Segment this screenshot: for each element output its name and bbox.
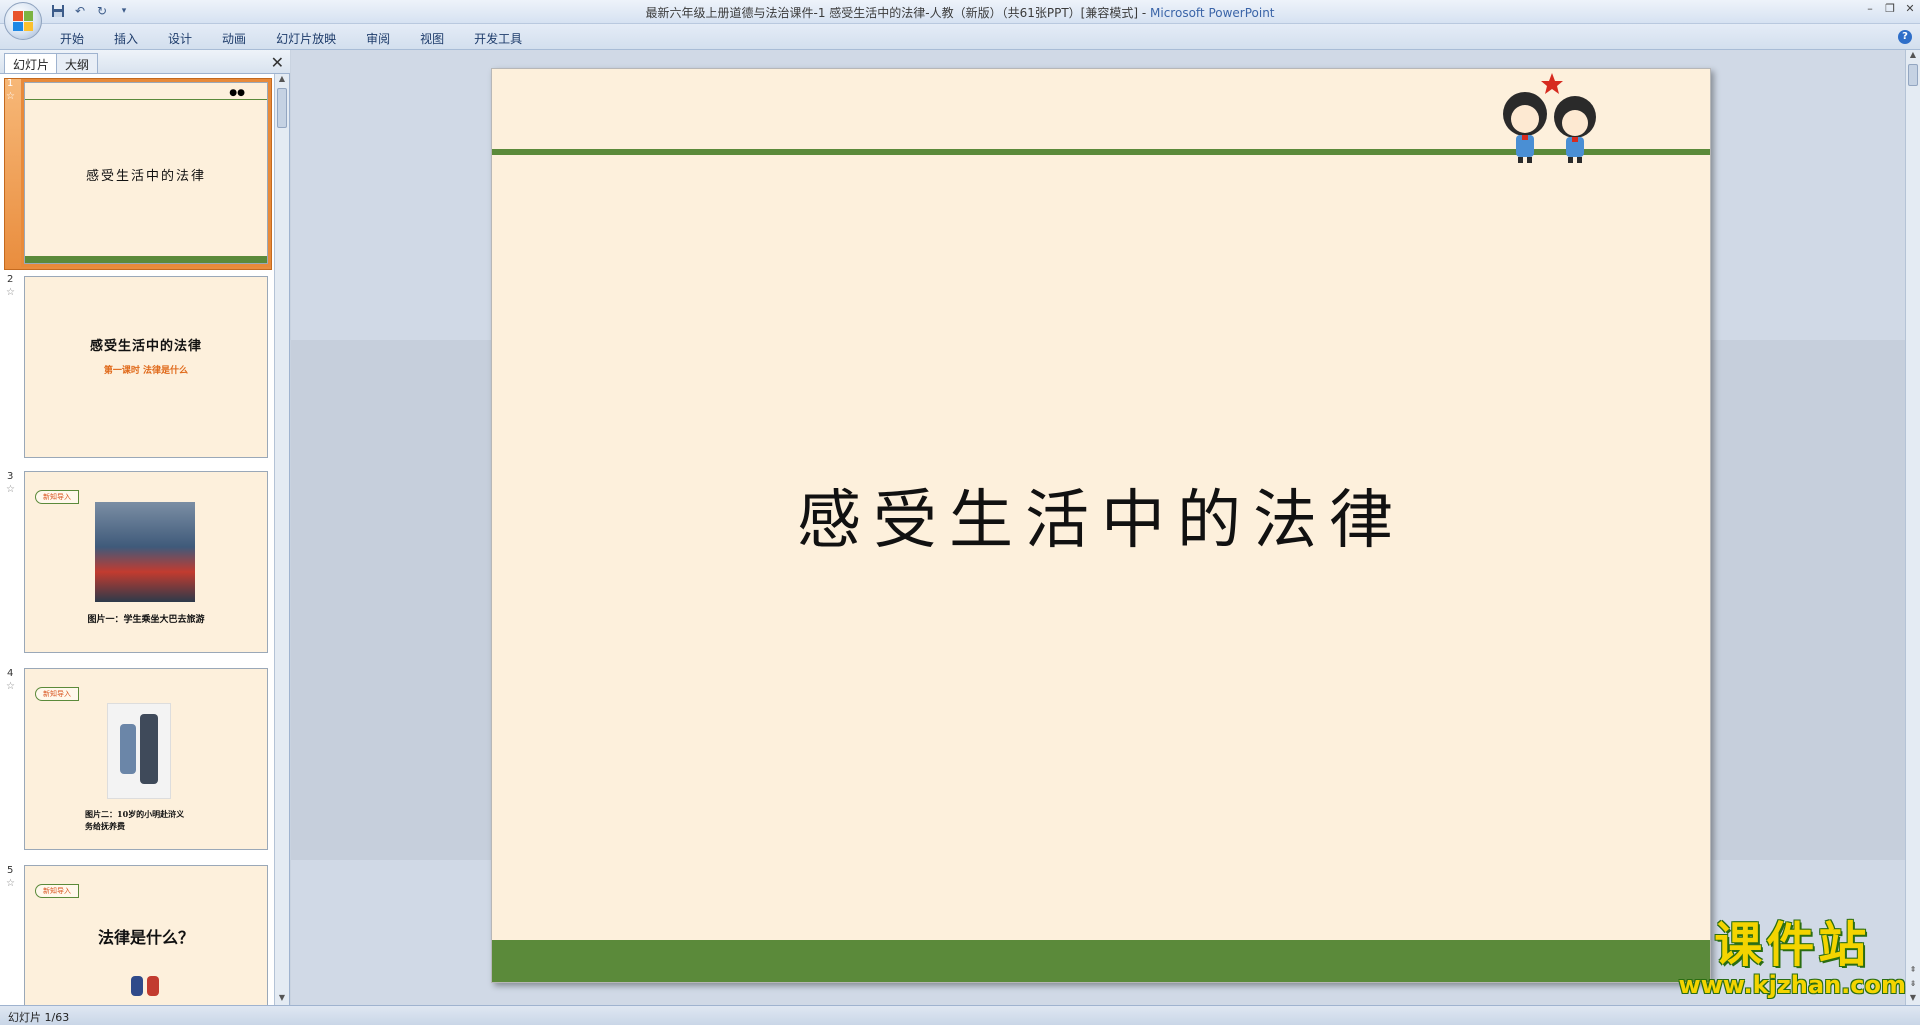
scroll-up-icon[interactable]: ▲ [1907,50,1919,62]
thumb-caption-line2: 务给抚养费 [85,821,125,831]
slide-editor: 感受生活中的法律 [291,50,1905,1005]
tab-design[interactable]: 设计 [168,30,192,47]
slide-thumbnail-3[interactable]: 新知导入 图片一：学生乘坐大巴去旅游 [24,471,268,653]
animation-star-icon: ☆ [6,287,15,298]
watermark: 课件站 www.kjzhan.com [1679,919,1906,999]
tab-review[interactable]: 审阅 [366,30,390,47]
tab-outline[interactable]: 大纲 [56,53,99,73]
thumb-top-line [25,99,267,100]
close-icon[interactable]: ✕ [1904,2,1916,15]
animation-star-icon: ☆ [6,91,15,102]
scroll-down-icon[interactable]: ▼ [1907,993,1919,1005]
slide-thumbnail-2[interactable]: 感受生活中的法律 第一课时 法律是什么 [24,276,268,458]
office-logo-icon [13,11,33,31]
app-name: Microsoft PowerPoint [1150,6,1275,20]
animation-star-icon: ☆ [6,878,15,889]
minimize-icon[interactable]: – [1864,2,1876,15]
tab-view[interactable]: 视图 [420,30,444,47]
kids-icon [1503,73,1596,163]
ribbon: 开始 插入 设计 动画 幻灯片放映 审阅 视图 开发工具 ? [0,24,1920,50]
title-bar: ↶ ↻ ▾ 最新六年级上册道德与法治课件-1 感受生活中的法律-人教（新版）（共… [0,0,1920,24]
status-bar: 幻灯片 1/63 [0,1005,1920,1025]
thumbnail-scrollbar[interactable]: ▲ ▼ [274,74,289,1005]
tab-home[interactable]: 开始 [60,30,84,47]
title-separator: - [1138,6,1151,20]
bus-photo [95,502,195,602]
slide-title[interactable]: 感受生活中的法律 [492,469,1710,561]
animation-star-icon: ☆ [6,484,15,495]
current-slide[interactable]: 感受生活中的法律 [491,68,1711,983]
slide-thumbnail-4[interactable]: 新知导入 图片二：10岁的小明赴浒义 务给抚养费 [24,668,268,850]
restore-icon[interactable]: ❐ [1884,2,1896,15]
slide-thumbnail-5[interactable]: 新知导入 法律是什么？ [24,865,268,1005]
thumb-bottom-bar [25,256,267,263]
illustration-image [107,703,171,799]
scroll-thumb[interactable] [1908,64,1918,86]
document-title: 最新六年级上册道德与法治课件-1 感受生活中的法律-人教（新版）（共61张PPT… [645,6,1139,20]
close-panel-icon[interactable]: ✕ [271,53,284,72]
slide-number: 2 [7,274,14,285]
window-title: 最新六年级上册道德与法治课件-1 感受生活中的法律-人教（新版）（共61张PPT… [0,4,1920,21]
tab-slides[interactable]: 幻灯片 [4,53,59,73]
tab-animations[interactable]: 动画 [222,30,246,47]
tab-developer[interactable]: 开发工具 [474,30,522,47]
editor-scrollbar[interactable]: ▲ ⇞ ⇟ ▼ [1905,50,1920,1005]
thumbnail-list: 1 ☆ ●● 感受生活中的法律 2 ☆ 感受生活中的法律 第一课时 法律是什么 … [0,74,275,1005]
section-tag: 新知导入 [35,687,79,701]
section-tag: 新知导入 [35,884,79,898]
watermark-url: www.kjzhan.com [1678,971,1906,999]
thumb-title: 感受生活中的法律 [85,169,206,184]
section-tag: 新知导入 [35,490,79,504]
figure-icon [129,966,165,1002]
slide-number: 4 [7,668,14,679]
slide-bottom-bar [492,940,1710,982]
help-icon[interactable]: ? [1898,30,1912,44]
slide-counter: 幻灯片 1/63 [8,1011,70,1024]
scroll-thumb[interactable] [277,88,287,128]
window-controls: – ❐ ✕ [1864,2,1916,15]
watermark-brand: 课件站 [1714,917,1871,973]
animation-star-icon: ☆ [6,681,15,692]
slides-panel: 幻灯片 大纲 ✕ 1 ☆ ●● 感受生活中的法律 2 ☆ 感受生活中的法律 第一… [0,50,290,1005]
kids-icon: ●● [229,88,245,98]
tab-insert[interactable]: 插入 [114,30,138,47]
thumb-caption: 图片一：学生乘坐大巴去旅游 [87,615,205,625]
panel-tabs: 幻灯片 大纲 ✕ [0,50,290,74]
scroll-down-icon[interactable]: ▼ [276,993,288,1005]
slide-number: 1 [7,78,14,89]
thumb-caption-line1: 图片二：10岁的小明赴浒义 [85,809,185,819]
slide-thumbnail-1[interactable]: ●● 感受生活中的法律 [24,82,268,264]
ribbon-tabs: 开始 插入 设计 动画 幻灯片放映 审阅 视图 开发工具 [60,30,552,47]
slide-number: 3 [7,471,14,482]
scroll-up-icon[interactable]: ▲ [276,74,288,86]
thumb-subtitle: 第一课时 法律是什么 [103,366,189,376]
office-button[interactable] [4,2,42,40]
thumb-title: 感受生活中的法律 [89,339,202,354]
prev-slide-icon[interactable]: ⇞ [1907,965,1919,977]
thumb-title: 法律是什么？ [97,928,194,947]
next-slide-icon[interactable]: ⇟ [1907,979,1919,991]
tab-slideshow[interactable]: 幻灯片放映 [276,30,336,47]
slide-number: 5 [7,865,14,876]
